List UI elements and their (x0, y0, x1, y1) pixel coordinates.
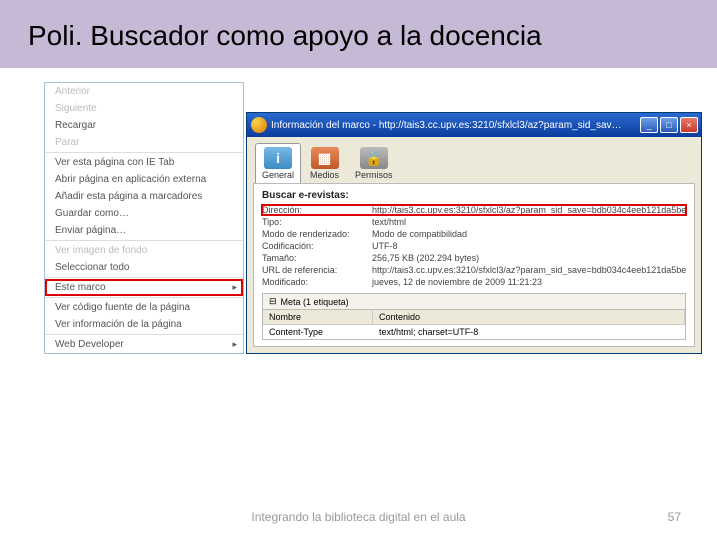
tab-label: Permisos (355, 170, 393, 180)
menu-separator (45, 152, 243, 153)
menu-item-label: Web Developer (55, 339, 124, 350)
value-referrer: http://tais3.cc.upv.es:3210/sfxlcl3/az?p… (372, 265, 686, 275)
firefox-icon (251, 117, 267, 133)
row-render: Modo de renderizado: Modo de compatibili… (262, 229, 686, 239)
label-encoding: Codificación: (262, 241, 372, 251)
context-menu: Anterior Siguiente Recargar Parar Ver es… (44, 82, 244, 354)
menu-back[interactable]: Anterior (45, 83, 243, 100)
window-controls: _ □ × (640, 117, 698, 133)
window-body: Buscar e-revistas: Dirección: http://tai… (253, 183, 695, 347)
col-name: Nombre (263, 310, 373, 325)
info-window: Información del marco - http://tais3.cc.… (246, 112, 702, 354)
label-referrer: URL de referencia: (262, 265, 372, 275)
maximize-button[interactable]: □ (660, 117, 678, 133)
menu-forward[interactable]: Siguiente (45, 100, 243, 117)
slide-footer: Integrando la biblioteca digital en el a… (0, 510, 717, 524)
table-header-row: Nombre Contenido (263, 310, 685, 325)
menu-page-info[interactable]: Ver información de la página (45, 316, 243, 333)
cell-name: Content-Type (263, 325, 373, 339)
tab-permisos[interactable]: 🔒 Permisos (348, 143, 400, 183)
meta-toggle[interactable]: ⊟ Meta (1 etiqueta) (262, 293, 686, 309)
tab-strip: i General ▦ Medios 🔒 Permisos (247, 137, 701, 183)
cell-content: text/html; charset=UTF-8 (373, 325, 685, 339)
menu-separator (45, 334, 243, 335)
row-size: Tamaño: 256,75 KB (202.294 bytes) (262, 253, 686, 263)
page-number: 57 (668, 510, 681, 524)
content-area: Anterior Siguiente Recargar Parar Ver es… (0, 68, 717, 478)
info-icon: i (264, 147, 292, 169)
menu-select-all[interactable]: Seleccionar todo (45, 259, 243, 276)
meta-toggle-label: Meta (1 etiqueta) (281, 297, 349, 307)
media-icon: ▦ (311, 147, 339, 169)
menu-view-source[interactable]: Ver código fuente de la página (45, 299, 243, 316)
tab-general[interactable]: i General (255, 143, 301, 183)
menu-stop[interactable]: Parar (45, 134, 243, 151)
minimize-button[interactable]: _ (640, 117, 658, 133)
label-modified: Modificado: (262, 277, 372, 287)
menu-save-as[interactable]: Guardar como… (45, 205, 243, 222)
value-render: Modo de compatibilidad (372, 229, 686, 239)
col-content: Contenido (373, 310, 685, 325)
menu-web-developer[interactable]: Web Developer ▸ (45, 336, 243, 353)
row-referrer: URL de referencia: http://tais3.cc.upv.e… (262, 265, 686, 275)
menu-item-label: Este marco (55, 282, 106, 293)
table-row[interactable]: Content-Type text/html; charset=UTF-8 (263, 325, 685, 339)
row-modified: Modificado: jueves, 12 de noviembre de 2… (262, 277, 686, 287)
section-heading: Buscar e-revistas: (262, 190, 686, 201)
tab-label: General (262, 170, 294, 180)
menu-ie-tab[interactable]: Ver esta página con IE Tab (45, 154, 243, 171)
value-type: text/html (372, 217, 686, 227)
menu-reload[interactable]: Recargar (45, 117, 243, 134)
value-size: 256,75 KB (202.294 bytes) (372, 253, 686, 263)
value-encoding: UTF-8 (372, 241, 686, 251)
meta-table: Nombre Contenido Content-Type text/html;… (262, 309, 686, 340)
row-type: Tipo: text/html (262, 217, 686, 227)
row-address: Dirección: http://tais3.cc.upv.es:3210/s… (262, 205, 686, 215)
value-modified: jueves, 12 de noviembre de 2009 11:21:23 (372, 277, 686, 287)
menu-bookmark[interactable]: Añadir esta página a marcadores (45, 188, 243, 205)
menu-view-bg[interactable]: Ver imagen de fondo (45, 242, 243, 259)
collapse-icon: ⊟ (269, 296, 277, 307)
submenu-arrow-icon: ▸ (232, 339, 237, 350)
lock-icon: 🔒 (360, 147, 388, 169)
meta-section: ⊟ Meta (1 etiqueta) Nombre Contenido Con… (262, 293, 686, 340)
row-encoding: Codificación: UTF-8 (262, 241, 686, 251)
menu-open-external[interactable]: Abrir página en aplicación externa (45, 171, 243, 188)
close-button[interactable]: × (680, 117, 698, 133)
menu-separator (45, 297, 243, 298)
label-render: Modo de renderizado: (262, 229, 372, 239)
menu-send-page[interactable]: Enviar página… (45, 222, 243, 239)
submenu-arrow-icon: ▸ (232, 282, 237, 293)
value-address: http://tais3.cc.upv.es:3210/sfxlcl3/az?p… (372, 205, 686, 215)
menu-separator (45, 277, 243, 278)
slide-title-bar: Poli. Buscador como apoyo a la docencia (0, 0, 717, 68)
window-title: Información del marco - http://tais3.cc.… (271, 120, 640, 131)
slide-title: Poli. Buscador como apoyo a la docencia (28, 20, 689, 52)
label-type: Tipo: (262, 217, 372, 227)
label-size: Tamaño: (262, 253, 372, 263)
tab-medios[interactable]: ▦ Medios (303, 143, 346, 183)
label-address: Dirección: (262, 205, 372, 215)
footer-caption: Integrando la biblioteca digital en el a… (0, 510, 717, 524)
menu-separator (45, 240, 243, 241)
window-titlebar[interactable]: Información del marco - http://tais3.cc.… (247, 113, 701, 137)
menu-this-frame[interactable]: Este marco ▸ (45, 279, 243, 296)
tab-label: Medios (310, 170, 339, 180)
